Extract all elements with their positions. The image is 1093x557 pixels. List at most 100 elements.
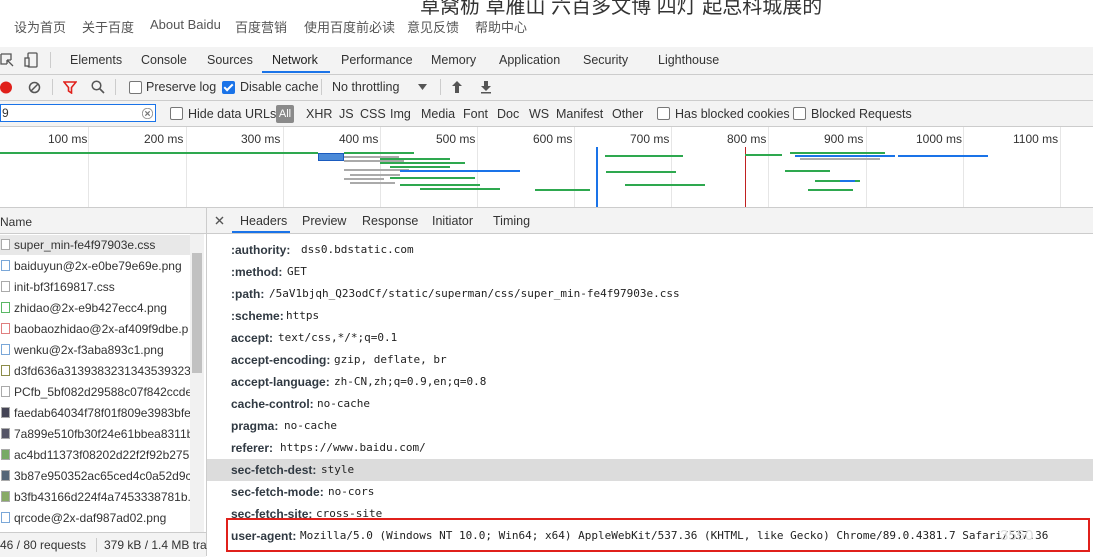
record-icon[interactable]: [0, 81, 13, 94]
header-row: accept-encoding: gzip, deflate, br: [231, 353, 447, 367]
list-item[interactable]: 3b87e950352ac65ced4c0a52d9c: [0, 466, 190, 486]
list-item[interactable]: wenku@2x-f3aba893c1.png: [0, 340, 190, 360]
list-item[interactable]: super_min-fe4f97903e.css: [0, 235, 190, 255]
has-blocked-cookies-checkbox[interactable]: [657, 107, 670, 120]
inspect-element-icon[interactable]: [0, 53, 14, 67]
status-bar: 46 / 80 requests 379 kB / 1.4 MB tra: [0, 532, 207, 557]
throttling-select[interactable]: No throttling: [332, 80, 399, 94]
list-item[interactable]: qrcode@2x-daf987ad02.png: [0, 508, 190, 528]
tab-console[interactable]: Console: [141, 53, 187, 67]
hide-data-urls-checkbox[interactable]: [170, 107, 183, 120]
overview-tick: 100 ms: [48, 132, 88, 146]
tab-performance[interactable]: Performance: [341, 53, 413, 67]
link-feedback[interactable]: 意见反馈: [407, 17, 459, 36]
filter-input[interactable]: 9: [0, 104, 156, 122]
filter-other[interactable]: Other: [612, 107, 643, 121]
header-row: sec-fetch-mode: no-cors: [231, 485, 375, 499]
export-har-icon[interactable]: [480, 80, 492, 94]
disable-cache-label: Disable cache: [240, 80, 319, 94]
baidu-top-bar: 草窝枥 草雁山 六百多文博 四灯 起总科城展的 设为首页 关于百度 About …: [0, 0, 1093, 48]
list-item[interactable]: faedab64034f78f01f809e3983bfe: [0, 403, 190, 423]
tab-initiator[interactable]: Initiator: [432, 214, 473, 228]
tab-application[interactable]: Application: [499, 53, 560, 67]
filter-img[interactable]: Img: [390, 107, 411, 121]
list-item[interactable]: zhidao@2x-e9b427ecc4.png: [0, 298, 190, 318]
tab-memory[interactable]: Memory: [431, 53, 476, 67]
filter-icon[interactable]: [63, 81, 77, 94]
clear-icon[interactable]: [28, 81, 41, 94]
list-item[interactable]: init-bf3f169817.css: [0, 277, 190, 297]
close-icon[interactable]: [215, 216, 224, 225]
overview-tick: 800 ms: [727, 132, 767, 146]
overview-tick: 700 ms: [630, 132, 670, 146]
filter-css[interactable]: CSS: [360, 107, 386, 121]
link-about-baidu[interactable]: About Baidu: [150, 17, 221, 32]
overview-tick: 1000 ms: [916, 132, 963, 146]
list-item[interactable]: d3fd636a3139383231343539323: [0, 361, 190, 381]
filter-js[interactable]: JS: [339, 107, 354, 121]
preserve-log-checkbox[interactable]: [129, 81, 142, 94]
header-row: pragma: no-cache: [231, 419, 337, 433]
filter-bar: 9 Hide data URLs All XHR JS CSS Img Medi…: [0, 101, 1093, 127]
active-tab-indicator: [262, 71, 330, 73]
active-detail-tab-indicator: [232, 231, 290, 233]
overview-tick: 400 ms: [339, 132, 379, 146]
clear-filter-icon[interactable]: [142, 108, 153, 119]
header-row-selected: sec-fetch-dest: style: [207, 459, 1093, 481]
hide-data-urls-label: Hide data URLs: [188, 107, 277, 121]
header-row: referer: https://www.baidu.com/: [231, 441, 426, 455]
overview-tick: 300 ms: [241, 132, 281, 146]
list-scrollbar-thumb[interactable]: [192, 253, 202, 373]
link-baidu-marketing[interactable]: 百度营销: [235, 17, 287, 36]
filter-media[interactable]: Media: [421, 107, 455, 121]
link-set-homepage[interactable]: 设为首页: [14, 17, 66, 36]
list-item[interactable]: b3fb43166d224f4a7453338781b.: [0, 487, 190, 507]
filter-doc[interactable]: Doc: [497, 107, 519, 121]
list-item[interactable]: baobaozhidao@2x-af409f9dbe.p: [0, 319, 190, 339]
list-item[interactable]: ac4bd11373f08202d22f2f92b275: [0, 445, 190, 465]
tab-headers[interactable]: Headers: [240, 214, 287, 228]
network-overview[interactable]: 100 ms 200 ms 300 ms 400 ms 500 ms 600 m…: [0, 127, 1093, 208]
request-detail-pane: Headers Preview Response Initiator Timin…: [207, 208, 1093, 556]
filter-font[interactable]: Font: [463, 107, 488, 121]
request-count: 46 / 80 requests: [0, 538, 87, 552]
tab-security[interactable]: Security: [583, 53, 628, 67]
filter-ws[interactable]: WS: [529, 107, 549, 121]
has-blocked-cookies-label: Has blocked cookies: [675, 107, 790, 121]
devtools-tab-bar: Elements Console Sources Network Perform…: [0, 47, 1093, 75]
header-row: accept: text/css,*/*;q=0.1: [231, 331, 398, 345]
tab-elements[interactable]: Elements: [70, 53, 122, 67]
transfer-size: 379 kB / 1.4 MB tra: [104, 538, 207, 552]
overview-tick: 500 ms: [436, 132, 476, 146]
import-har-icon[interactable]: [451, 80, 463, 94]
filter-manifest[interactable]: Manifest: [556, 107, 603, 121]
list-item[interactable]: baiduyun@2x-e0be79e69e.png: [0, 256, 190, 276]
tab-response[interactable]: Response: [362, 214, 418, 228]
list-item[interactable]: PCfb_5bf082d29588c07f842ccde: [0, 382, 190, 402]
name-column-header[interactable]: Name: [0, 208, 206, 234]
filter-xhr[interactable]: XHR: [306, 107, 332, 121]
header-row: accept-language: zh-CN,zh;q=0.9,en;q=0.8: [231, 375, 487, 389]
tab-preview[interactable]: Preview: [302, 214, 346, 228]
link-terms[interactable]: 使用百度前必读: [304, 17, 395, 36]
header-row: :authority: dss0.bdstatic.com: [231, 243, 414, 257]
tab-network[interactable]: Network: [272, 53, 318, 67]
blocked-requests-checkbox[interactable]: [793, 107, 806, 120]
tab-lighthouse[interactable]: Lighthouse: [658, 53, 719, 67]
link-help[interactable]: 帮助中心: [475, 17, 527, 36]
disable-cache-checkbox[interactable]: [222, 81, 235, 94]
header-row: cache-control: no-cache: [231, 397, 370, 411]
preserve-log-label: Preserve log: [146, 80, 217, 94]
list-item[interactable]: 7a899e510fb30f24e61bbea8311b: [0, 424, 190, 444]
tab-sources[interactable]: Sources: [207, 53, 253, 67]
detail-tab-bar: Headers Preview Response Initiator Timin…: [207, 208, 1093, 234]
overview-tick: 900 ms: [824, 132, 864, 146]
overview-tick: 200 ms: [144, 132, 184, 146]
overview-tick: 1100 ms: [1013, 132, 1059, 146]
overview-tick: 600 ms: [533, 132, 573, 146]
tab-timing[interactable]: Timing: [493, 214, 530, 228]
filter-all-button[interactable]: All: [276, 105, 294, 123]
link-about-baidu-cn[interactable]: 关于百度: [82, 17, 134, 36]
device-toolbar-icon[interactable]: [24, 52, 40, 68]
search-icon[interactable]: [91, 80, 105, 94]
